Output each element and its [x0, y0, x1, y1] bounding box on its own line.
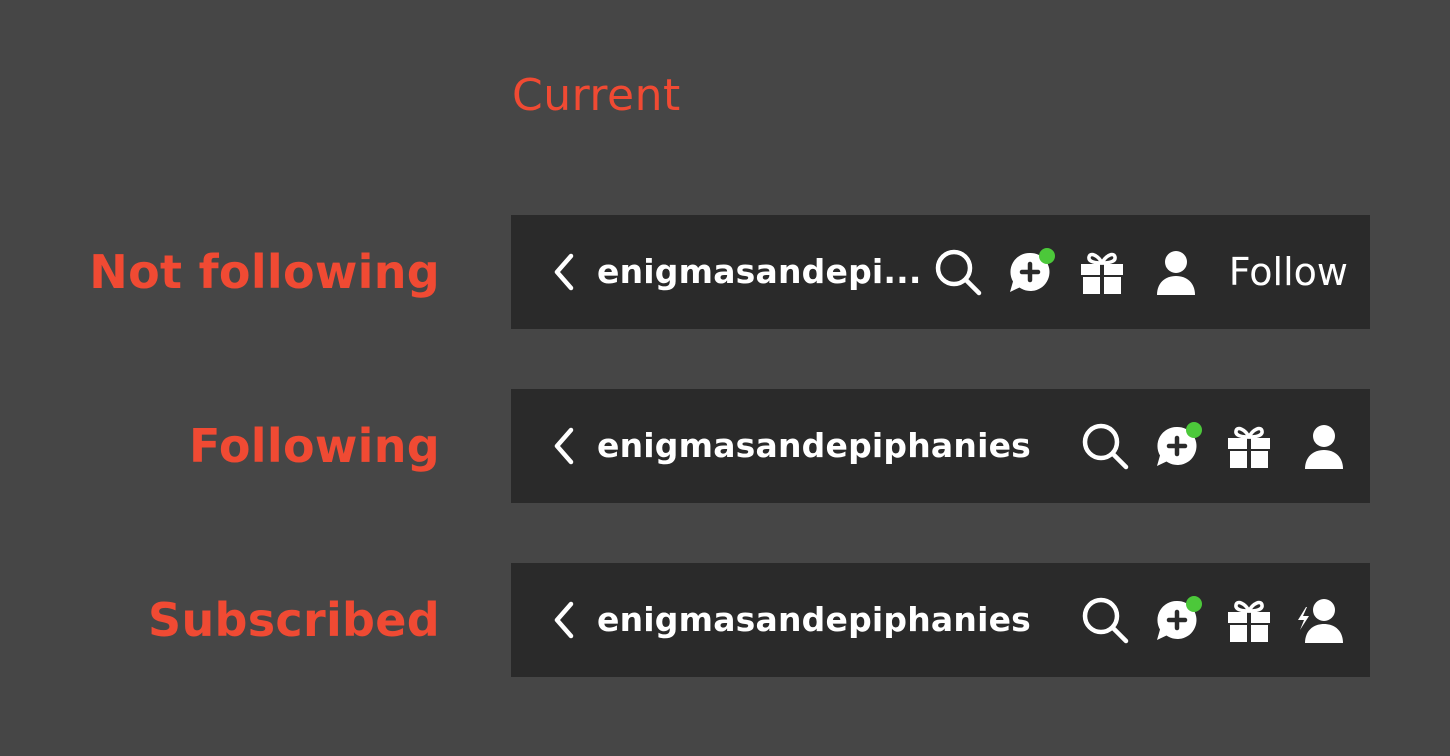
search-icon[interactable]: [1080, 595, 1130, 645]
channel-username[interactable]: enigmasandepiphanies: [597, 420, 1031, 472]
header-bar-not-following: enigmasandepi... Follow: [511, 215, 1370, 329]
channel-username[interactable]: enigmasandepi...: [597, 246, 922, 298]
person-bolt-icon[interactable]: [1294, 598, 1344, 644]
page-heading: Current: [512, 70, 681, 121]
gift-icon[interactable]: [1080, 250, 1124, 296]
row-label-following: Following: [189, 419, 440, 473]
back-chevron-icon[interactable]: [549, 253, 581, 291]
header-bar-subscribed: enigmasandepiphanies: [511, 563, 1370, 677]
channel-username[interactable]: enigmasandepiphanies: [597, 594, 1031, 646]
notification-dot: [1186, 596, 1202, 612]
person-icon[interactable]: [1304, 424, 1344, 470]
search-icon[interactable]: [1080, 421, 1130, 471]
chat-plus-icon[interactable]: [1153, 419, 1205, 471]
row-label-not-following: Not following: [89, 245, 440, 299]
row-label-subscribed: Subscribed: [148, 593, 440, 647]
person-icon[interactable]: [1156, 250, 1196, 296]
header-bar-following: enigmasandepiphanies: [511, 389, 1370, 503]
notification-dot: [1186, 422, 1202, 438]
notification-dot: [1039, 248, 1055, 264]
back-chevron-icon[interactable]: [549, 427, 581, 465]
gift-icon[interactable]: [1227, 598, 1271, 644]
search-icon[interactable]: [933, 247, 983, 297]
chat-plus-icon[interactable]: [1153, 593, 1205, 645]
back-chevron-icon[interactable]: [549, 601, 581, 639]
follow-button[interactable]: Follow: [1229, 246, 1348, 298]
chat-plus-icon[interactable]: [1006, 245, 1058, 297]
gift-icon[interactable]: [1227, 424, 1271, 470]
